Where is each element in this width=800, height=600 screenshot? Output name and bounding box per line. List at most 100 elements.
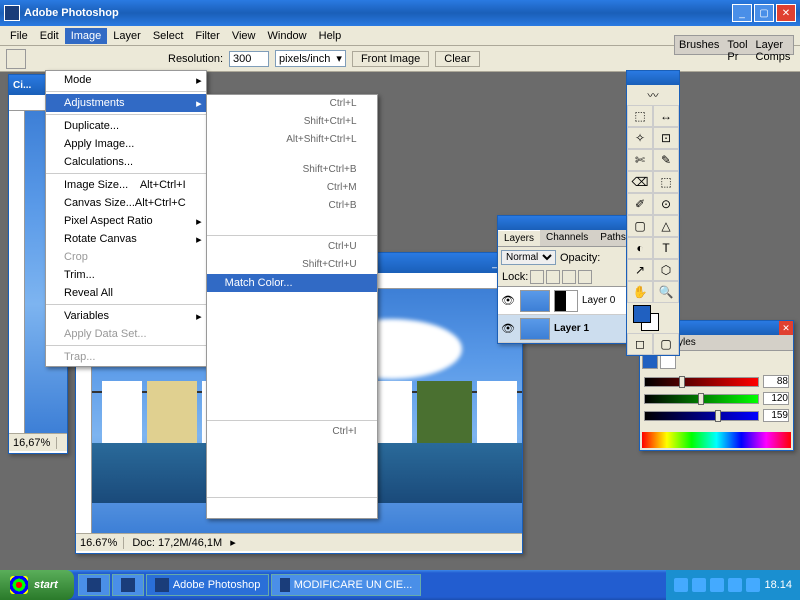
visibility-icon[interactable]: 👁 bbox=[500, 294, 516, 307]
mi-photo-filter[interactable]: Photo Filter... bbox=[207, 364, 377, 382]
menu-edit[interactable]: Edit bbox=[34, 28, 65, 44]
tool-10[interactable]: ▢ bbox=[627, 215, 653, 237]
tool-8[interactable]: ✐ bbox=[627, 193, 653, 215]
mi-equalize[interactable]: Equalize bbox=[207, 441, 377, 459]
r-value[interactable] bbox=[763, 375, 789, 388]
tool-0[interactable]: ⬚ bbox=[627, 105, 653, 127]
layer-thumbnail[interactable] bbox=[520, 318, 550, 340]
mi-image-size[interactable]: Image Size...Alt+Ctrl+I bbox=[46, 176, 206, 194]
quicklaunch-item[interactable] bbox=[112, 574, 144, 596]
tray-icon[interactable] bbox=[710, 578, 724, 592]
menu-view[interactable]: View bbox=[226, 28, 262, 44]
units-select[interactable]: pixels/inch ▾ bbox=[275, 50, 346, 67]
tab-brushes[interactable]: Brushes bbox=[675, 36, 723, 54]
mi-posterize[interactable]: Posterize... bbox=[207, 477, 377, 495]
tool-9[interactable]: ⊙ bbox=[653, 193, 679, 215]
system-tray[interactable]: 18.14 bbox=[666, 570, 800, 600]
g-slider[interactable] bbox=[644, 394, 759, 404]
mi-auto-color[interactable]: Auto ColorShift+Ctrl+B bbox=[207, 161, 377, 179]
layer-name[interactable]: Layer 0 bbox=[582, 295, 615, 306]
quicklaunch-item[interactable] bbox=[78, 574, 110, 596]
color-swatches[interactable] bbox=[627, 303, 679, 333]
tool-2[interactable]: ✧ bbox=[627, 127, 653, 149]
r-slider[interactable] bbox=[644, 377, 759, 387]
mi-duplicate[interactable]: Duplicate... bbox=[46, 117, 206, 135]
mi-exposure[interactable]: Exposure... bbox=[207, 400, 377, 418]
layer-thumbnail[interactable] bbox=[520, 290, 550, 312]
toolbox-titlebar[interactable] bbox=[627, 71, 679, 85]
screen-mode-icon[interactable]: ▢ bbox=[653, 333, 679, 355]
mi-shadow-highlight[interactable]: Shadow/Highlight... bbox=[207, 382, 377, 400]
mi-mode[interactable]: Mode bbox=[46, 71, 206, 89]
mi-channel-mixer[interactable]: Channel Mixer... bbox=[207, 328, 377, 346]
close-icon[interactable]: ✕ bbox=[779, 321, 793, 335]
mi-calculations[interactable]: Calculations... bbox=[46, 153, 206, 171]
mi-rotate-canvas[interactable]: Rotate Canvas bbox=[46, 230, 206, 248]
mi-auto-levels[interactable]: Auto LevelsShift+Ctrl+L bbox=[207, 113, 377, 131]
mi-variables[interactable]: Variables bbox=[46, 307, 206, 325]
maximize-button[interactable]: ▢ bbox=[754, 4, 774, 22]
tool-1[interactable]: ↔ bbox=[653, 105, 679, 127]
b-slider[interactable] bbox=[644, 411, 759, 421]
lock-position-icon[interactable] bbox=[562, 270, 576, 284]
mi-variations[interactable]: Variations... bbox=[207, 500, 377, 518]
lock-pixels-icon[interactable] bbox=[546, 270, 560, 284]
taskbar-task[interactable]: MODIFICARE UN CIE... bbox=[271, 574, 421, 596]
layer-mask-thumbnail[interactable] bbox=[554, 290, 578, 312]
tab-channels[interactable]: Channels bbox=[540, 230, 594, 246]
menu-help[interactable]: Help bbox=[313, 28, 348, 44]
mi-invert[interactable]: InvertCtrl+I bbox=[207, 423, 377, 441]
tool-11[interactable]: △ bbox=[653, 215, 679, 237]
clock[interactable]: 18.14 bbox=[764, 579, 792, 591]
mi-color-balance[interactable]: Color Balance...Ctrl+B bbox=[207, 197, 377, 215]
tray-icon[interactable] bbox=[692, 578, 706, 592]
mi-gradient-map[interactable]: Gradient Map... bbox=[207, 346, 377, 364]
tool-3[interactable]: ⊡ bbox=[653, 127, 679, 149]
minimize-button[interactable]: _ bbox=[732, 4, 752, 22]
menu-select[interactable]: Select bbox=[147, 28, 190, 44]
tray-icon[interactable] bbox=[746, 578, 760, 592]
menu-window[interactable]: Window bbox=[262, 28, 313, 44]
menu-image[interactable]: Image bbox=[65, 28, 108, 44]
tool-12[interactable]: ◐ bbox=[627, 237, 653, 259]
mi-threshold[interactable]: Threshold... bbox=[207, 459, 377, 477]
b-value[interactable] bbox=[763, 409, 789, 422]
g-value[interactable] bbox=[763, 392, 789, 405]
mi-canvas-size[interactable]: Canvas Size...Alt+Ctrl+C bbox=[46, 194, 206, 212]
tool-7[interactable]: ⬚ bbox=[653, 171, 679, 193]
clear-button[interactable]: Clear bbox=[435, 51, 479, 67]
mi-trim[interactable]: Trim... bbox=[46, 266, 206, 284]
tool-13[interactable]: T bbox=[653, 237, 679, 259]
mi-auto-contrast[interactable]: Auto ContrastAlt+Shift+Ctrl+L bbox=[207, 131, 377, 161]
mi-selective-color[interactable]: Selective Color... bbox=[207, 310, 377, 328]
tray-icon[interactable] bbox=[674, 578, 688, 592]
status-arrow-icon[interactable]: ▸ bbox=[230, 536, 236, 549]
toolbox[interactable]: 〰 ⬚↔✧⊡✄✎⌫⬚✐⊙▢△◐T↗⬡✋🔍 ◻ ▢ bbox=[626, 70, 680, 356]
mi-reveal-all[interactable]: Reveal All bbox=[46, 284, 206, 302]
mi-hue-saturation[interactable]: Hue/Saturation...Ctrl+U bbox=[207, 238, 377, 256]
mi-desaturate[interactable]: DesaturateShift+Ctrl+U bbox=[207, 256, 377, 274]
foreground-color-swatch[interactable] bbox=[633, 305, 651, 323]
layer-name[interactable]: Layer 1 bbox=[554, 323, 589, 334]
mi-match-color[interactable]: Match Color... bbox=[207, 274, 377, 292]
mi-levels[interactable]: Levels...Ctrl+L bbox=[207, 95, 377, 113]
tool-6[interactable]: ⌫ bbox=[627, 171, 653, 193]
lock-all-icon[interactable] bbox=[578, 270, 592, 284]
tool-15[interactable]: ⬡ bbox=[653, 259, 679, 281]
tool-16[interactable]: ✋ bbox=[627, 281, 653, 303]
taskbar-task[interactable]: Adobe Photoshop bbox=[146, 574, 269, 596]
mi-brightness-contrast[interactable]: Brightness/Contrast... bbox=[207, 215, 377, 233]
menu-layer[interactable]: Layer bbox=[107, 28, 147, 44]
tab-tool-presets[interactable]: Tool Pr bbox=[723, 36, 751, 54]
tab-layers[interactable]: Layers bbox=[498, 230, 540, 246]
mi-replace-color[interactable]: Replace Color... bbox=[207, 292, 377, 310]
close-button[interactable]: ✕ bbox=[776, 4, 796, 22]
tool-5[interactable]: ✎ bbox=[653, 149, 679, 171]
resolution-input[interactable] bbox=[229, 51, 269, 67]
mi-curves[interactable]: Curves...Ctrl+M bbox=[207, 179, 377, 197]
mi-apply-image[interactable]: Apply Image... bbox=[46, 135, 206, 153]
front-image-button[interactable]: Front Image bbox=[352, 51, 429, 67]
tool-4[interactable]: ✄ bbox=[627, 149, 653, 171]
tab-layer-comps[interactable]: Layer Comps bbox=[752, 36, 795, 54]
quick-mask-icon[interactable]: ◻ bbox=[627, 333, 653, 355]
